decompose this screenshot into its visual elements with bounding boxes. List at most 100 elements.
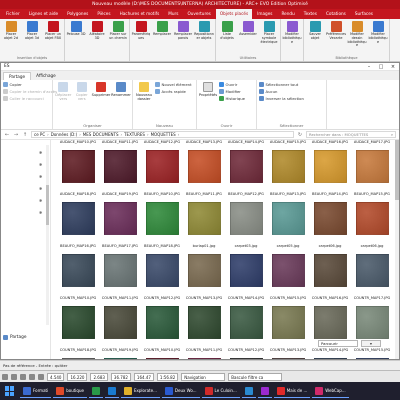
app-ribbon-button[interactable]: Liste d'objets — [217, 21, 237, 44]
file-item[interactable]: BEAUFO_MAP16.JPG — [57, 244, 99, 296]
files-scroll-thumb[interactable] — [395, 140, 399, 200]
breadcrumb-item[interactable]: ce PC — [34, 132, 45, 137]
app-tab[interactable]: Fichier — [2, 9, 24, 19]
app-ribbon-button[interactable]: Assembler — [238, 21, 258, 44]
history-button[interactable]: Historique — [219, 96, 245, 101]
file-item[interactable]: carpet03.jpg — [225, 244, 267, 296]
pin-icon[interactable]: ✱ — [39, 210, 42, 215]
refresh-icon[interactable]: ↻ — [297, 132, 303, 138]
app-ribbon-button[interactable]: Modifier bibliothèque — [368, 21, 388, 48]
app-ribbon-button[interactable]: Modifier bibliothèque — [282, 21, 302, 44]
taskbar-app[interactable]: Explorate... — [120, 384, 160, 398]
pin-icon[interactable]: ✱ — [39, 174, 42, 179]
snap-icon[interactable] — [11, 373, 17, 380]
file-item[interactable]: burlap01.jpg — [183, 244, 225, 296]
app-tab[interactable]: Surfaces — [351, 9, 377, 19]
file-item[interactable]: COUNTR_MAP10.JPG — [57, 296, 99, 348]
file-item[interactable]: COUNTR_MAP14.JPG — [309, 348, 351, 359]
back-icon[interactable]: ← — [4, 132, 10, 138]
file-item[interactable]: AUDACE_MAP18.JPG — [57, 192, 99, 244]
app-tab[interactable]: Cotations — [322, 9, 350, 19]
app-tab[interactable]: Images — [253, 9, 276, 19]
file-item[interactable]: COUNTR_MAP11.JPG — [99, 296, 141, 348]
scale-select[interactable]: 1:56.82 — [156, 372, 179, 381]
move-to-button[interactable]: Déplacer vers — [55, 82, 72, 123]
file-item[interactable]: COUNTR_MAP13.JPG — [267, 348, 309, 359]
breadcrumb-item[interactable]: MES DOCUMENTS — [83, 132, 119, 137]
file-item[interactable]: AUDACE_MAP17.JPG — [351, 140, 393, 192]
new-item-button[interactable]: Nouvel élément — [155, 82, 192, 87]
file-item[interactable]: AUDACE_MAP16.JPG — [309, 140, 351, 192]
properties-button[interactable]: Propriétés — [199, 82, 217, 123]
file-item[interactable]: BEAUFO_MAP11.JPG — [183, 192, 225, 244]
file-item[interactable]: COUNTR_MAP12.JPG — [225, 348, 267, 359]
pin-icon[interactable]: ✱ — [39, 162, 42, 167]
new-folder-button[interactable]: Nouveau dossier — [135, 82, 153, 123]
file-item[interactable]: AUDACE_MAP15.JPG — [267, 140, 309, 192]
copy-button[interactable]: Copier — [3, 82, 50, 87]
pin-icon[interactable]: ✱ — [39, 198, 42, 203]
tab-partage[interactable]: Partage — [3, 72, 32, 80]
up-icon[interactable]: ↑ — [22, 132, 28, 138]
taskbar-app[interactable] — [257, 384, 272, 398]
taskbar-app[interactable]: boutique — [53, 384, 87, 398]
close-icon[interactable]: × — [387, 64, 399, 70]
app-ribbon-button[interactable]: Placer sur un chemin — [108, 21, 128, 41]
paste-shortcut-button[interactable]: Coller le raccourci — [3, 96, 50, 101]
file-item[interactable]: COUNTR_MAP10.JPG — [141, 348, 183, 359]
app-tab[interactable]: Polygones — [63, 9, 92, 19]
open-button[interactable]: Ouvrir — [219, 82, 245, 87]
breadcrumb[interactable]: ce PC › Données (D:) › MES DOCUMENTS › TEXTURE… — [31, 131, 294, 138]
file-item[interactable]: COUNTR_MAP14.JPG — [225, 296, 267, 348]
search-input[interactable]: Rechercher dans : MOQUETTES ⌕ — [306, 131, 396, 138]
file-item[interactable]: COUNTR_MAP15.JPG — [351, 348, 393, 359]
file-item[interactable]: COUNTR_MAP12.JPG — [141, 296, 183, 348]
file-item[interactable]: COUNTR_MAP13.JPG — [183, 296, 225, 348]
layer-icon[interactable] — [29, 373, 35, 380]
file-item[interactable]: carpet06.jpg — [351, 244, 393, 296]
app-tab[interactable]: Objets placés — [215, 9, 253, 19]
mode-select[interactable]: Navigation — [181, 372, 226, 381]
file-item[interactable]: COUNTR_MAP11.JPG — [183, 348, 225, 359]
app-ribbon-button[interactable]: Préférences Vecarte — [326, 21, 346, 48]
select-all-button[interactable]: Sélectionner tout — [259, 82, 324, 87]
copy-to-button[interactable]: Copier vers — [74, 82, 91, 123]
breadcrumb-item[interactable]: TEXTURES — [124, 132, 145, 137]
file-item[interactable]: BEAUFO_MAP18.JPG — [141, 244, 183, 296]
app-tab[interactable]: Pièces — [93, 9, 114, 19]
app-ribbon-button[interactable]: Placer un objet FBX — [43, 21, 63, 41]
taskbar-app[interactable] — [104, 384, 119, 398]
pin-icon[interactable]: ✱ — [39, 186, 42, 191]
app-ribbon-button[interactable]: Paramétriques — [131, 21, 151, 41]
file-item[interactable]: AUDACE_MAP10.JPG — [57, 140, 99, 192]
app-ribbon-button[interactable]: Remplacer — [152, 21, 172, 41]
files-scrollbar[interactable] — [395, 140, 399, 359]
maximize-icon[interactable]: □ — [375, 64, 387, 70]
file-item[interactable]: AUDACE_MAP11.JPG — [99, 140, 141, 192]
filter-toggle[interactable]: Bascule filtre ca — [228, 372, 283, 381]
grid-icon[interactable] — [2, 373, 8, 380]
ok-button[interactable]: ▾ — [361, 340, 381, 347]
app-tab[interactable]: Textes — [300, 9, 321, 19]
app-tab[interactable]: Rendu — [277, 9, 298, 19]
minimize-icon[interactable]: – — [363, 64, 375, 70]
app-tab[interactable]: Lignes et aide — [25, 9, 62, 19]
delete-button[interactable]: Supprimer — [92, 82, 110, 123]
taskbar-app[interactable]: Mais de ... — [273, 384, 311, 398]
app-ribbon-button[interactable]: Placer symbole électrique — [259, 21, 279, 44]
file-item[interactable]: BEAUFO_MAP15.JPG — [351, 192, 393, 244]
taskbar-app[interactable] — [88, 384, 103, 398]
file-item[interactable]: AUDACE_MAP19.JPG — [99, 192, 141, 244]
taskbar-app[interactable] — [241, 384, 256, 398]
file-item[interactable]: BEAUFO_MAP13.JPG — [267, 192, 309, 244]
file-item[interactable]: COUNTR_MAP19.JPG — [99, 348, 141, 359]
app-tab[interactable]: Murs — [164, 9, 182, 19]
file-item[interactable]: COUNTR_MAP15.JPG — [267, 296, 309, 348]
breadcrumb-item[interactable]: MOQUETTES — [151, 132, 176, 137]
file-item[interactable]: AUDACE_MAP13.JPG — [183, 140, 225, 192]
rename-button[interactable]: Renommer — [111, 82, 131, 123]
app-ribbon-button[interactable]: Placer objet 2d — [1, 21, 21, 41]
nav-scroll-thumb[interactable] — [46, 185, 49, 225]
app-ribbon-button[interactable]: Pelouse 3D — [66, 21, 86, 41]
pin-icon[interactable]: ✱ — [39, 150, 42, 155]
